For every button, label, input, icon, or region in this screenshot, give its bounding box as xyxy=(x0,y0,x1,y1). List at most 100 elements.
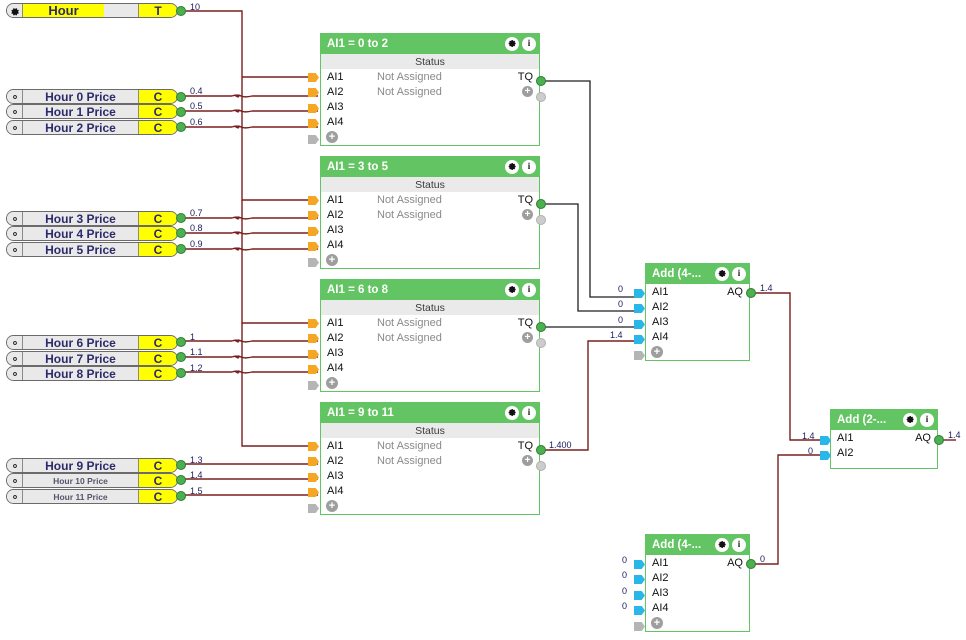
output-pin-hour-3-price[interactable] xyxy=(176,213,186,223)
block-input-row[interactable]: AI1 Not Assigned TQ xyxy=(321,438,539,453)
function-block-ai1-6-to-8[interactable]: AI1 = 6 to 8 i Status AI1 Not Assigned T… xyxy=(320,279,540,392)
output-pin-hour-2-price[interactable] xyxy=(176,122,186,132)
block-header[interactable]: AI1 = 6 to 8 i xyxy=(320,279,540,300)
input-pin-ai2[interactable] xyxy=(308,457,319,466)
input-pin-ai1[interactable] xyxy=(634,560,645,569)
output-pin-hour-0-price[interactable] xyxy=(176,92,186,102)
gear-icon[interactable] xyxy=(7,105,23,118)
variable-block-hour-8-price[interactable]: Hour 8 Price C xyxy=(6,366,178,381)
block-input-row[interactable]: AI2 xyxy=(646,570,749,585)
output-pin-secondary[interactable] xyxy=(536,461,546,471)
add-input-row[interactable]: + xyxy=(321,129,539,145)
gear-icon[interactable] xyxy=(505,159,519,174)
output-pin-hour-8-price[interactable] xyxy=(176,368,186,378)
variable-block-hour-1-price[interactable]: Hour 1 Price C xyxy=(6,104,178,119)
function-block-ai1-3-to-5[interactable]: AI1 = 3 to 5 i Status AI1 Not Assigned T… xyxy=(320,156,540,269)
gear-icon[interactable] xyxy=(7,352,23,365)
function-block-add-4-upper[interactable]: Add (4-... i AI1 AQ AI2 AI3 AI4 + xyxy=(645,263,750,361)
plus-icon[interactable]: + xyxy=(522,332,533,343)
plus-icon[interactable]: + xyxy=(326,254,338,266)
plus-icon[interactable]: + xyxy=(651,617,663,629)
add-input-row[interactable]: + xyxy=(321,498,539,514)
output-pin-secondary[interactable] xyxy=(536,215,546,225)
block-input-row[interactable]: AI4 xyxy=(646,329,749,344)
block-header[interactable]: AI1 = 3 to 5 i xyxy=(320,156,540,177)
output-pin-hour-5-price[interactable] xyxy=(176,244,186,254)
gear-icon[interactable] xyxy=(505,36,519,51)
gear-icon[interactable] xyxy=(7,4,23,17)
block-input-row[interactable]: AI2 Not Assigned + xyxy=(321,453,539,468)
plus-icon[interactable]: + xyxy=(326,500,338,512)
add-input-row[interactable]: + xyxy=(321,252,539,268)
block-header[interactable]: Add (4-... i xyxy=(645,263,750,284)
block-input-row[interactable]: AI1 Not Assigned TQ xyxy=(321,192,539,207)
variable-block-hour-6-price[interactable]: Hour 6 Price C xyxy=(6,335,178,350)
gear-icon[interactable] xyxy=(7,227,23,240)
gear-icon[interactable] xyxy=(7,90,23,103)
variable-block-hour-3-price[interactable]: Hour 3 Price C xyxy=(6,211,178,226)
block-header[interactable]: AI1 = 0 to 2 i xyxy=(320,33,540,54)
input-pin-ai2[interactable] xyxy=(634,575,645,584)
block-input-row[interactable]: AI1 AQ xyxy=(646,284,749,299)
gear-icon[interactable] xyxy=(7,121,23,134)
input-pin-ai4[interactable] xyxy=(634,335,645,344)
block-header[interactable]: Add (2-... i xyxy=(830,409,938,430)
gear-icon[interactable] xyxy=(7,474,23,487)
gear-icon[interactable] xyxy=(7,243,23,256)
output-pin-aq[interactable] xyxy=(934,435,944,445)
output-pin-tq[interactable] xyxy=(536,76,546,86)
gear-icon[interactable] xyxy=(715,537,729,552)
gear-icon[interactable] xyxy=(505,405,519,420)
input-pin-ai3[interactable] xyxy=(308,104,319,113)
block-input-row[interactable]: AI2 Not Assigned + xyxy=(321,207,539,222)
variable-block-hour-11-price[interactable]: Hour 11 Price C xyxy=(6,489,178,504)
block-input-row[interactable]: AI3 xyxy=(646,314,749,329)
input-pin-ai2[interactable] xyxy=(308,211,319,220)
input-pin-ai1[interactable] xyxy=(308,442,319,451)
gear-icon[interactable] xyxy=(7,212,23,225)
block-input-row[interactable]: AI4 xyxy=(321,483,539,498)
block-input-row[interactable]: AI3 xyxy=(321,222,539,237)
output-pin-aq[interactable] xyxy=(746,559,756,569)
output-pin-aq[interactable] xyxy=(746,288,756,298)
block-input-row[interactable]: AI2 Not Assigned + xyxy=(321,84,539,99)
output-pin-secondary[interactable] xyxy=(536,92,546,102)
block-input-row[interactable]: AI1 Not Assigned TQ xyxy=(321,69,539,84)
input-pin-extra[interactable] xyxy=(634,622,645,631)
output-pin-secondary[interactable] xyxy=(536,338,546,348)
variable-block-hour-2-price[interactable]: Hour 2 Price C xyxy=(6,120,178,135)
info-icon[interactable]: i xyxy=(732,266,746,281)
gear-icon[interactable] xyxy=(903,412,917,427)
input-pin-extra[interactable] xyxy=(308,504,319,513)
block-input-row[interactable]: AI3 xyxy=(646,585,749,600)
plus-icon[interactable]: + xyxy=(522,209,533,220)
plus-icon[interactable]: + xyxy=(326,131,338,143)
input-pin-ai2[interactable] xyxy=(308,334,319,343)
input-pin-ai4[interactable] xyxy=(308,365,319,374)
gear-icon[interactable] xyxy=(7,336,23,349)
output-pin-hour-9-price[interactable] xyxy=(176,460,186,470)
input-pin-ai1[interactable] xyxy=(634,289,645,298)
block-input-row[interactable]: AI2 Not Assigned + xyxy=(321,330,539,345)
info-icon[interactable]: i xyxy=(920,412,934,427)
input-pin-extra[interactable] xyxy=(634,351,645,360)
variable-block-hour-9-price[interactable]: Hour 9 Price C xyxy=(6,458,178,473)
plus-icon[interactable]: + xyxy=(522,86,533,97)
output-pin-tq[interactable] xyxy=(536,199,546,209)
output-pin-hour-11-price[interactable] xyxy=(176,491,186,501)
block-input-row[interactable]: AI4 xyxy=(321,114,539,129)
input-pin-extra[interactable] xyxy=(308,258,319,267)
info-icon[interactable]: i xyxy=(522,282,536,297)
gear-icon[interactable] xyxy=(7,367,23,380)
info-icon[interactable]: i xyxy=(522,159,536,174)
block-input-row[interactable]: AI2 xyxy=(831,445,937,460)
block-input-row[interactable]: AI4 xyxy=(321,360,539,375)
gear-icon[interactable] xyxy=(505,282,519,297)
add-input-row[interactable]: + xyxy=(321,375,539,391)
info-icon[interactable]: i xyxy=(522,36,536,51)
output-pin-tq[interactable] xyxy=(536,445,546,455)
diagram-canvas[interactable]: Hour T 10 Hour 0 Price C 0.4 Hour 1 Pric… xyxy=(0,0,966,640)
function-block-add-2[interactable]: Add (2-... i AI1 AQ AI2 xyxy=(830,409,938,469)
function-block-ai1-9-to-11[interactable]: AI1 = 9 to 11 i Status AI1 Not Assigned … xyxy=(320,402,540,515)
plus-icon[interactable]: + xyxy=(522,455,533,466)
